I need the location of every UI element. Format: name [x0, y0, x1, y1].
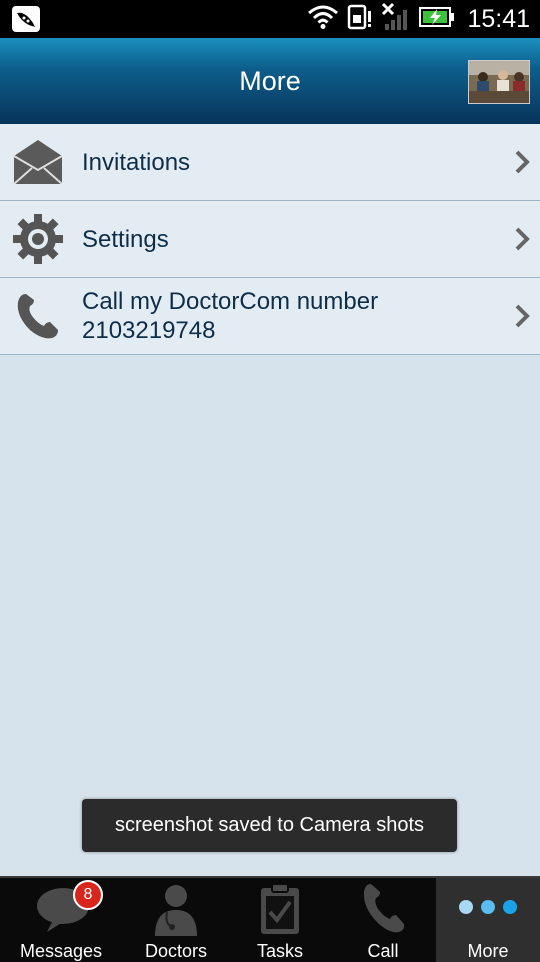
action-bar: More [0, 38, 540, 124]
tab-doctors[interactable]: Doctors [122, 878, 230, 962]
tab-label: Call [367, 941, 399, 961]
call-number-value: 2103219748 [82, 317, 216, 344]
menu-item-settings[interactable]: Settings [0, 201, 540, 278]
menu-item-label: Settings [82, 225, 169, 253]
clock: 15:41 [467, 4, 530, 33]
checklist-icon [258, 882, 302, 940]
tab-more[interactable]: More [436, 878, 540, 962]
tab-label: Doctors [144, 941, 207, 961]
gear-icon [12, 214, 64, 264]
user-photo[interactable] [468, 60, 530, 104]
tab-label: Tasks [256, 941, 303, 961]
phone-icon [12, 292, 64, 340]
menu-item-label: Invitations [82, 148, 191, 176]
phone-icon [361, 882, 405, 938]
wifi-icon [307, 4, 339, 34]
tab-bar: 8 Messages Doctors Tasks Call More [0, 876, 540, 962]
tab-tasks[interactable]: Tasks [226, 878, 334, 962]
tab-label: Messages [19, 941, 103, 961]
envelope-icon [12, 138, 64, 186]
page-title: More [239, 66, 301, 96]
menu-item-call-number[interactable]: Call my DoctorCom number 2103219748 [0, 278, 540, 355]
chevron-right-icon [514, 304, 530, 328]
unread-badge: 8 [73, 880, 103, 910]
menu-list: Invitations Settings Call my DoctorCom n… [0, 124, 540, 355]
chevron-right-icon [514, 150, 530, 174]
tab-label: More [467, 941, 509, 961]
battery-charging-icon [419, 6, 455, 32]
notification-icon [12, 6, 40, 32]
dots-icon [458, 898, 518, 920]
menu-item-invitations[interactable]: Invitations [0, 124, 540, 201]
tab-call[interactable]: Call [329, 878, 437, 962]
no-signal-icon [381, 2, 411, 36]
menu-item-label: Call my DoctorCom number 2103219748 [82, 278, 378, 354]
chevron-right-icon [514, 227, 530, 251]
call-number-title: Call my DoctorCom number [82, 288, 379, 315]
doctor-icon [151, 882, 201, 940]
sim-alert-icon [347, 3, 373, 35]
tab-messages[interactable]: 8 Messages [7, 878, 115, 962]
toast-message: screenshot saved to Camera shots [82, 799, 457, 852]
status-bar: 15:41 [0, 0, 540, 38]
